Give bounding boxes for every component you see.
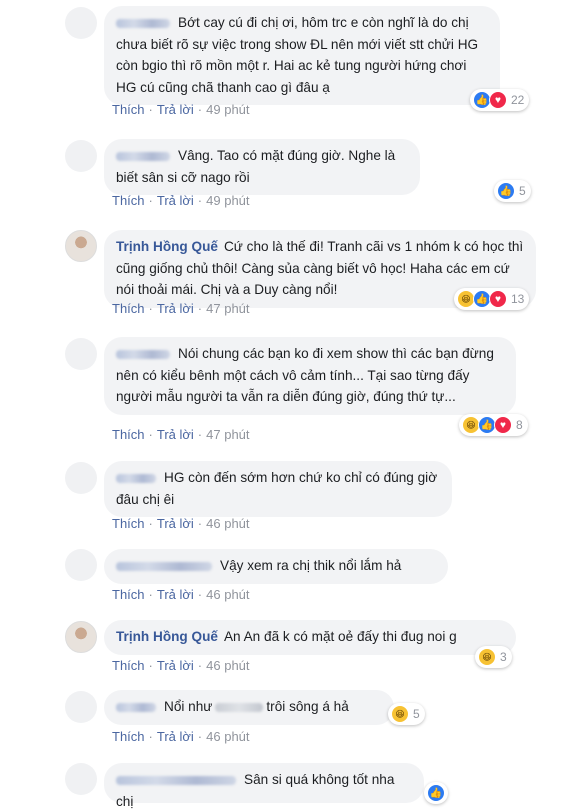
reaction-summary[interactable]: 😆 👍 ♥ 8 <box>459 414 528 436</box>
like-link[interactable]: Thích <box>112 301 145 316</box>
timestamp[interactable]: 46 phút <box>206 658 249 673</box>
author-name-blurred[interactable] <box>116 775 236 785</box>
comment-actions: Thích · Trả lời · 46 phút <box>112 658 250 673</box>
timestamp[interactable]: 46 phút <box>206 587 249 602</box>
love-reaction-icon: ♥ <box>489 91 507 109</box>
haha-reaction-icon: 😆 <box>478 648 496 666</box>
reaction-summary[interactable]: 😆 3 <box>475 646 512 668</box>
reply-link[interactable]: Trả lời <box>157 587 194 602</box>
reply-link[interactable]: Trả lời <box>157 193 194 208</box>
reaction-count: 8 <box>516 418 523 432</box>
reaction-summary[interactable]: 👍 <box>424 782 448 804</box>
author-name-blurred[interactable] <box>116 702 156 712</box>
haha-reaction-icon: 😆 <box>391 705 409 723</box>
like-link[interactable]: Thích <box>112 516 145 531</box>
author-name-blurred[interactable] <box>116 18 170 28</box>
comment-actions: Thích · Trả lời · 49 phút <box>112 193 250 208</box>
author-name[interactable]: Trịnh Hồng Quế <box>116 239 218 254</box>
avatar[interactable] <box>65 691 97 723</box>
comment-text: HG còn đến sớm hơn chứ ko chỉ có đúng gi… <box>116 470 438 507</box>
timestamp[interactable]: 49 phút <box>206 193 249 208</box>
comment-text: Vậy xem ra chị thik nổi lắm hả <box>220 558 402 573</box>
reply-link[interactable]: Trả lời <box>157 301 194 316</box>
avatar[interactable] <box>65 621 97 653</box>
reply-link[interactable]: Trả lời <box>157 102 194 117</box>
comment-actions: Thích · Trả lời · 46 phút <box>112 516 250 531</box>
author-name-blurred[interactable] <box>116 473 156 483</box>
reply-link[interactable]: Trả lời <box>157 427 194 442</box>
reaction-count: 5 <box>413 707 420 721</box>
reaction-summary[interactable]: 👍 ♥ 22 <box>470 89 530 111</box>
author-name-blurred[interactable] <box>116 151 170 161</box>
like-link[interactable]: Thích <box>112 427 145 442</box>
reply-link[interactable]: Trả lời <box>157 516 194 531</box>
comment-bubble: Vâng. Tao có mặt đúng giờ. Nghe là biết … <box>104 139 420 196</box>
blurred-text <box>215 702 264 712</box>
comment-text: Nói chung các bạn ko đi xem show thì các… <box>116 346 494 405</box>
reaction-count: 13 <box>511 292 525 306</box>
comment-bubble: Nói chung các bạn ko đi xem show thì các… <box>104 337 516 415</box>
love-reaction-icon: ♥ <box>489 290 507 308</box>
comment-text: Bớt cay cú đi chị ơi, hôm trc e còn nghĩ… <box>116 15 479 95</box>
comment-bubble: HG còn đến sớm hơn chứ ko chỉ có đúng gi… <box>104 461 452 518</box>
comment-actions: Thích · Trả lời · 46 phút <box>112 729 250 744</box>
timestamp[interactable]: 47 phút <box>206 301 249 316</box>
like-link[interactable]: Thích <box>112 587 145 602</box>
like-link[interactable]: Thích <box>112 102 145 117</box>
timestamp[interactable]: 46 phút <box>206 729 249 744</box>
avatar[interactable] <box>65 338 97 370</box>
reaction-count: 3 <box>500 650 507 664</box>
reaction-count: 22 <box>511 93 525 107</box>
like-reaction-icon: 👍 <box>427 784 445 802</box>
avatar[interactable] <box>65 7 97 39</box>
comment-actions: Thích · Trả lời · 47 phút <box>112 427 250 442</box>
avatar[interactable] <box>65 140 97 172</box>
comment-actions: Thích · Trả lời · 47 phút <box>112 301 250 316</box>
comment-actions: Thích · Trả lời · 46 phút <box>112 587 250 602</box>
author-name-blurred[interactable] <box>116 349 170 359</box>
comment-text-end: trôi sông á hả <box>266 699 349 714</box>
like-reaction-icon: 👍 <box>497 182 515 200</box>
love-reaction-icon: ♥ <box>494 416 512 434</box>
author-name[interactable]: Trịnh Hồng Quế <box>116 629 218 644</box>
author-name-blurred[interactable] <box>116 561 212 571</box>
avatar[interactable] <box>65 230 97 262</box>
avatar[interactable] <box>65 763 97 795</box>
comment-bubble: Nổi như trôi sông á hả <box>104 690 394 725</box>
like-link[interactable]: Thích <box>112 658 145 673</box>
reaction-summary[interactable]: 😆 👍 ♥ 13 <box>454 288 530 310</box>
timestamp[interactable]: 47 phút <box>206 427 249 442</box>
reply-link[interactable]: Trả lời <box>157 658 194 673</box>
comment-bubble: Sân si quá không tốt nha chị <box>104 763 424 809</box>
comment-bubble: Bớt cay cú đi chị ơi, hôm trc e còn nghĩ… <box>104 6 500 106</box>
avatar[interactable] <box>65 462 97 494</box>
comment-actions: Thích · Trả lời · 49 phút <box>112 102 250 117</box>
reaction-summary[interactable]: 👍 5 <box>494 180 531 202</box>
comment-text: An An đã k có mặt oẻ đấy thi đug noi g <box>223 629 457 644</box>
reply-link[interactable]: Trả lời <box>157 729 194 744</box>
comment-bubble: Trịnh Hồng Quế An An đã k có mặt oẻ đấy t… <box>104 620 516 655</box>
timestamp[interactable]: 49 phút <box>206 102 249 117</box>
timestamp[interactable]: 46 phút <box>206 516 249 531</box>
avatar[interactable] <box>65 549 97 581</box>
comment-text-start: Nổi như <box>164 699 213 714</box>
comment-bubble: Vậy xem ra chị thik nổi lắm hả <box>104 549 448 584</box>
like-link[interactable]: Thích <box>112 729 145 744</box>
like-link[interactable]: Thích <box>112 193 145 208</box>
reaction-summary[interactable]: 😆 5 <box>388 703 425 725</box>
reaction-count: 5 <box>519 184 526 198</box>
